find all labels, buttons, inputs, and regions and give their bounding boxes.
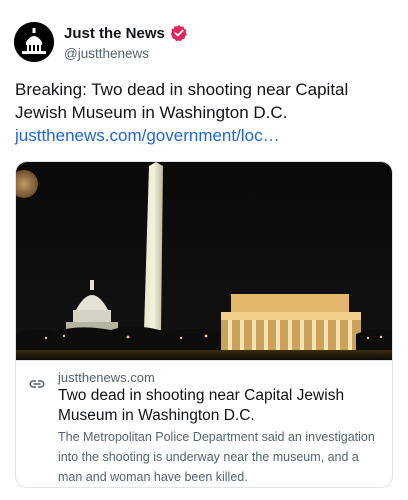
author-handle[interactable]: @justthenews bbox=[64, 46, 188, 61]
link-icon bbox=[29, 380, 45, 388]
verified-badge-icon bbox=[170, 25, 187, 42]
author-name[interactable]: Just the News bbox=[64, 25, 165, 42]
card-body[interactable]: justthenews.com Two dead in shooting nea… bbox=[16, 360, 392, 487]
avatar[interactable] bbox=[14, 22, 54, 62]
card-image[interactable] bbox=[16, 162, 393, 360]
post-header: Just the News @justthenews bbox=[14, 22, 188, 62]
card-description: The Metropolitan Police Department said … bbox=[58, 430, 375, 484]
link-preview-card[interactable]: justthenews.com Two dead in shooting nea… bbox=[15, 161, 393, 488]
card-title[interactable]: Two dead in shooting near Capital Jewish… bbox=[58, 386, 383, 426]
previous-post-fragment bbox=[0, 0, 408, 4]
post-link[interactable]: justthenews.com/government/loc… bbox=[15, 124, 280, 147]
capitol-logo-icon bbox=[14, 22, 54, 62]
post-text: Breaking: Two dead in shooting near Capi… bbox=[15, 80, 349, 122]
card-domain: justthenews.com bbox=[58, 370, 155, 385]
